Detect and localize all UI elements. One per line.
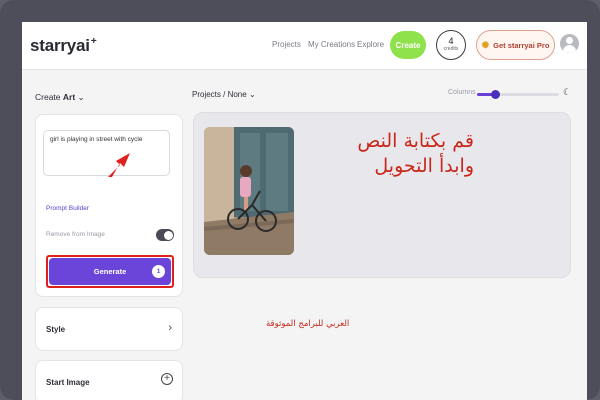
columns-slider[interactable] xyxy=(477,90,559,99)
style-label: Style xyxy=(46,325,66,334)
laptop-frame: starryai+ Projects My Creations Explore … xyxy=(0,0,600,400)
user-avatar-icon[interactable] xyxy=(560,34,579,53)
gear-icon: ✺ xyxy=(481,39,490,50)
create-button[interactable]: Create xyxy=(390,31,426,59)
nav-my-creations[interactable]: My Creations xyxy=(308,40,355,49)
projects-breadcrumb-dropdown[interactable]: Projects / None ⌄ xyxy=(192,90,256,99)
get-pro-button[interactable]: ✺ Get starryai Pro xyxy=(476,30,555,60)
start-image-label: Start Image xyxy=(46,378,90,387)
credits-label: credits xyxy=(443,46,459,52)
columns-label: Columns xyxy=(448,89,476,96)
chevron-right-icon: › xyxy=(168,322,172,334)
create-art-dropdown[interactable]: Create Art ⌄ xyxy=(35,92,85,103)
prompt-builder-link[interactable]: Prompt Builder xyxy=(46,205,89,212)
chevron-down-icon: ⌄ xyxy=(248,90,256,99)
generated-image[interactable] xyxy=(204,127,294,255)
generated-result-card: قم بكتابة النص وابدأ التحويل xyxy=(193,112,571,278)
watermark-note: العربي للبرامج الموثوقة xyxy=(266,319,350,329)
generate-highlight-box: Generate 1 xyxy=(46,255,174,288)
style-card[interactable]: Style › xyxy=(35,307,183,351)
nav-projects[interactable]: Projects xyxy=(272,40,301,49)
plus-circle-icon[interactable]: + xyxy=(161,373,173,385)
generate-cost-badge: 1 xyxy=(152,265,165,278)
remove-from-image-toggle[interactable] xyxy=(156,229,174,241)
instruction-overlay-title: قم بكتابة النص وابدأ التحويل xyxy=(357,130,474,177)
columns-slider-handle[interactable] xyxy=(491,90,501,99)
chevron-down-icon: ⌄ xyxy=(77,92,85,102)
top-navigation-bar: starryai+ Projects My Creations Explore … xyxy=(22,22,587,70)
get-pro-label: Get starryai Pro xyxy=(493,40,550,50)
credits-badge[interactable]: 4 credits xyxy=(436,30,466,60)
app-screen: starryai+ Projects My Creations Explore … xyxy=(22,22,587,400)
prompt-panel: girl is playing in street with cycle Pro… xyxy=(35,114,183,297)
moon-icon[interactable]: ☾ xyxy=(563,87,571,98)
generate-button[interactable]: Generate 1 xyxy=(49,258,171,285)
red-pointer-arrow-icon xyxy=(108,153,130,177)
remove-from-image-label: Remove from Image xyxy=(46,231,105,238)
logo[interactable]: starryai+ xyxy=(30,36,97,56)
nav-explore[interactable]: Explore xyxy=(357,40,384,49)
credits-count: 4 xyxy=(448,36,454,46)
start-image-card[interactable]: Start Image + xyxy=(35,360,183,400)
